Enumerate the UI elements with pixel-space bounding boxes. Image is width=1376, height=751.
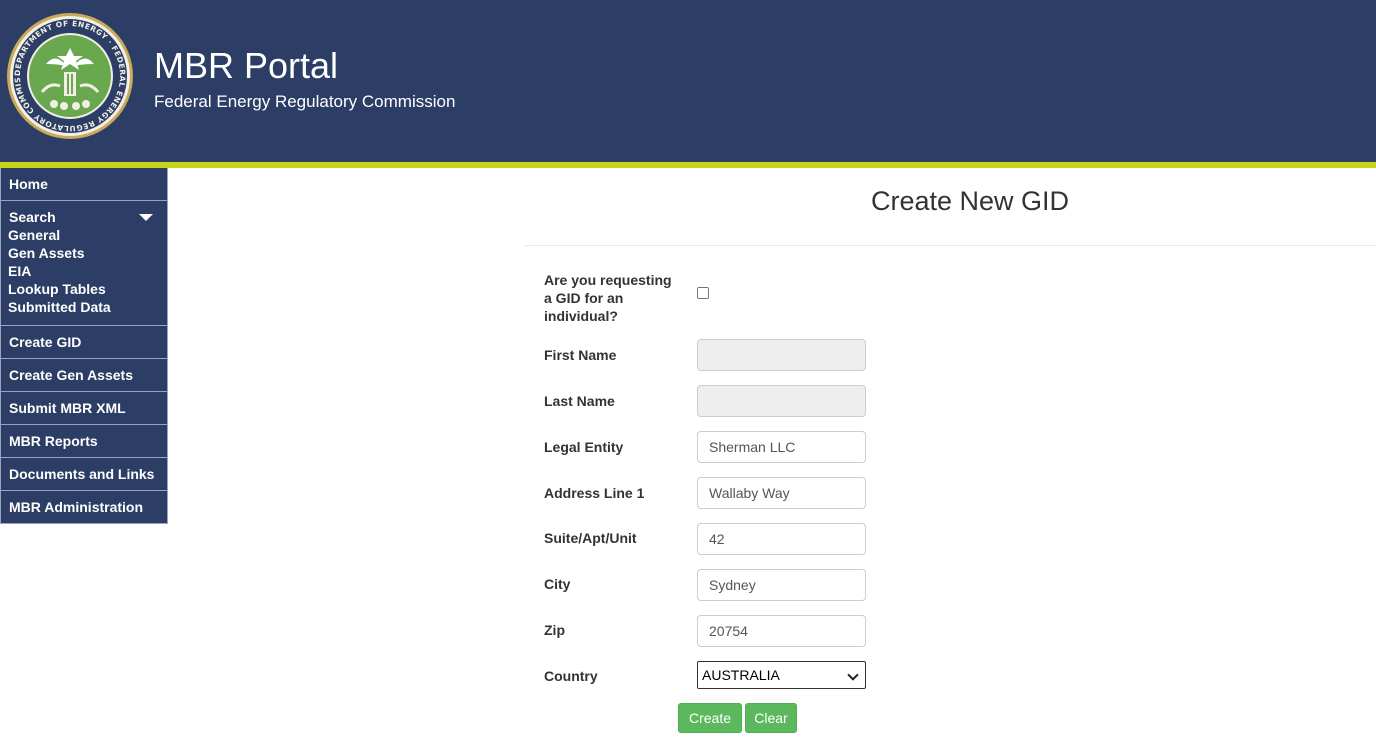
individual-checkbox[interactable] [697,287,709,299]
first-name-field[interactable] [697,339,866,371]
last-name-field[interactable] [697,385,866,417]
sidebar-subitem-general[interactable]: General [8,226,159,244]
zip-field[interactable] [697,615,866,647]
app-title: MBR Portal [154,45,339,86]
chevron-down-icon [847,669,859,681]
suite-label: Suite/Apt/Unit [544,530,637,546]
last-name-label: Last Name [544,393,615,409]
sidebar-subitem-lookup-tables[interactable]: Lookup Tables [8,280,159,298]
suite-field[interactable] [697,523,866,555]
country-label: Country [544,668,598,684]
title-divider [524,245,1376,246]
app-subtitle: Federal Energy Regulatory Commission [154,92,456,111]
sidebar-item-search[interactable]: Search [8,209,159,226]
sidebar-item-documents-and-links[interactable]: Documents and Links [0,458,167,491]
create-button[interactable]: Create [678,703,742,733]
sidebar-search-group: Search General Gen Assets EIA Lookup Tab… [0,201,167,326]
sidebar-item-mbr-reports[interactable]: MBR Reports [0,425,167,458]
sidebar-nav: Home Search General Gen Assets EIA Looku… [0,168,168,524]
caret-down-icon[interactable] [139,214,153,221]
page-title: Create New GID [870,186,1070,216]
sidebar-subitem-eia[interactable]: EIA [8,262,159,280]
legal-entity-label: Legal Entity [544,439,624,455]
address-line1-field[interactable] [697,477,866,509]
sidebar-subitem-submitted-data[interactable]: Submitted Data [8,298,159,316]
sidebar-item-create-gen-assets[interactable]: Create Gen Assets [0,359,167,392]
country-select-value: AUSTRALIA [702,667,780,683]
city-field[interactable] [697,569,866,601]
page-header: DEPARTMENT OF ENERGY · FEDERAL ENERGY RE… [0,0,1376,162]
country-select[interactable]: AUSTRALIA [697,661,866,689]
sidebar-item-submit-mbr-xml[interactable]: Submit MBR XML [0,392,167,425]
legal-entity-field[interactable] [697,431,866,463]
sidebar-item-create-gid[interactable]: Create GID [0,326,167,359]
sidebar-search-label: Search [9,209,56,225]
sidebar-item-mbr-administration[interactable]: MBR Administration [0,491,167,524]
clear-button[interactable]: Clear [745,703,797,733]
ferc-seal-logo: DEPARTMENT OF ENERGY · FEDERAL ENERGY RE… [6,12,133,139]
city-label: City [544,576,571,592]
header-accent-stripe [0,162,1376,168]
first-name-label: First Name [544,347,617,363]
sidebar-subitem-gen-assets[interactable]: Gen Assets [8,244,159,262]
sidebar-item-home[interactable]: Home [0,168,167,201]
individual-question-label: Are you requesting a GID for an individu… [544,272,672,324]
zip-label: Zip [544,622,565,638]
address-line1-label: Address Line 1 [544,485,645,501]
